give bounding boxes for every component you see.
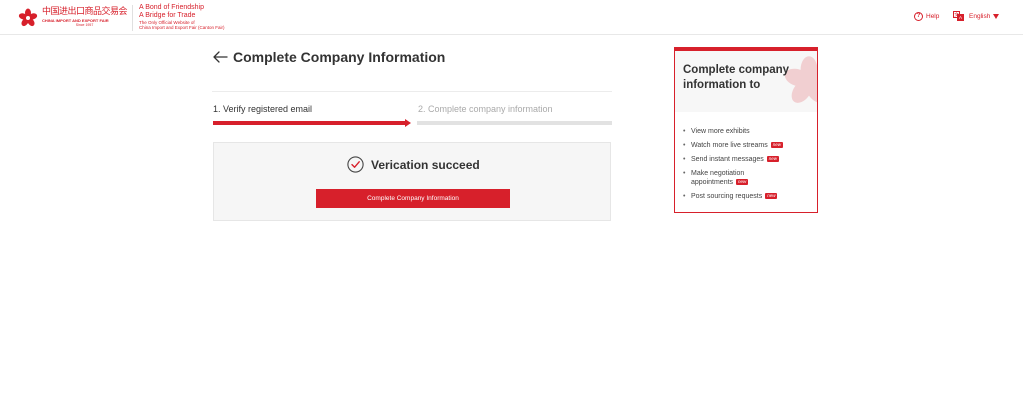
title-divider <box>212 91 612 92</box>
success-message: Verication succeed <box>347 156 480 173</box>
check-circle-icon <box>347 156 364 173</box>
logo-cn-text: 中国进出口商品交易会 <box>42 7 128 18</box>
verification-result-panel: Verication succeed Complete Company Info… <box>213 142 611 221</box>
complete-company-info-button[interactable]: Complete Company Information <box>316 189 510 208</box>
benefit-item: Post sourcing requestsnew <box>683 192 783 201</box>
new-badge: new <box>770 142 784 148</box>
caret-down-icon <box>993 13 1000 19</box>
slogan-line-2: A Bridge for Trade <box>139 12 196 19</box>
back-arrow-icon[interactable] <box>212 50 228 64</box>
benefits-card: Complete company information to View mor… <box>674 47 818 213</box>
step-2-progress-bar <box>417 121 612 125</box>
page-title: Complete Company Information <box>233 49 446 65</box>
flower-logo-icon <box>18 8 38 27</box>
success-text: Verication succeed <box>371 157 480 172</box>
benefits-card-header: Complete company information to <box>675 51 817 112</box>
benefit-item: View more exhibits <box>683 127 783 136</box>
benefit-item: Send instant messagesnew <box>683 155 783 164</box>
help-label: Help <box>926 13 940 20</box>
header-divider <box>132 5 133 31</box>
step-complete-info: 2. Complete company information <box>418 104 553 114</box>
slogan-line-1: A Bond of Friendship <box>139 4 204 11</box>
benefits-list: View more exhibits Watch more live strea… <box>683 127 784 206</box>
canton-fair-logo[interactable]: 中国进出口商品交易会 CHINA IMPORT AND EXPORT FAIR … <box>18 6 128 30</box>
new-badge: new <box>766 156 780 162</box>
header-slogan: A Bond of Friendship A Bridge for Trade … <box>139 4 225 30</box>
benefit-item: Watch more live streamsnew <box>683 141 784 150</box>
logo-since-text: Since 1957 <box>75 23 94 28</box>
slogan-line-4: China Import and Export Fair (Canton Fai… <box>139 25 225 30</box>
top-header: 中国进出口商品交易会 CHINA IMPORT AND EXPORT FAIR … <box>0 0 1023 35</box>
benefit-item: Make negotiationappointmentsnew <box>683 169 783 187</box>
new-badge: new <box>736 179 749 185</box>
step-1-progress-arrow <box>405 119 411 127</box>
step-1-progress-bar <box>213 121 407 125</box>
translate-icon: 文A <box>953 11 964 21</box>
new-badge: new <box>765 193 778 199</box>
language-label: English <box>969 12 991 20</box>
benefits-card-title: Complete company information to <box>683 64 790 91</box>
language-selector[interactable]: 文A English <box>953 11 1000 21</box>
help-link[interactable]: ? Help <box>914 12 939 21</box>
question-circle-icon: ? <box>914 12 923 21</box>
step-verify-email: 1. Verify registered email <box>213 104 313 114</box>
